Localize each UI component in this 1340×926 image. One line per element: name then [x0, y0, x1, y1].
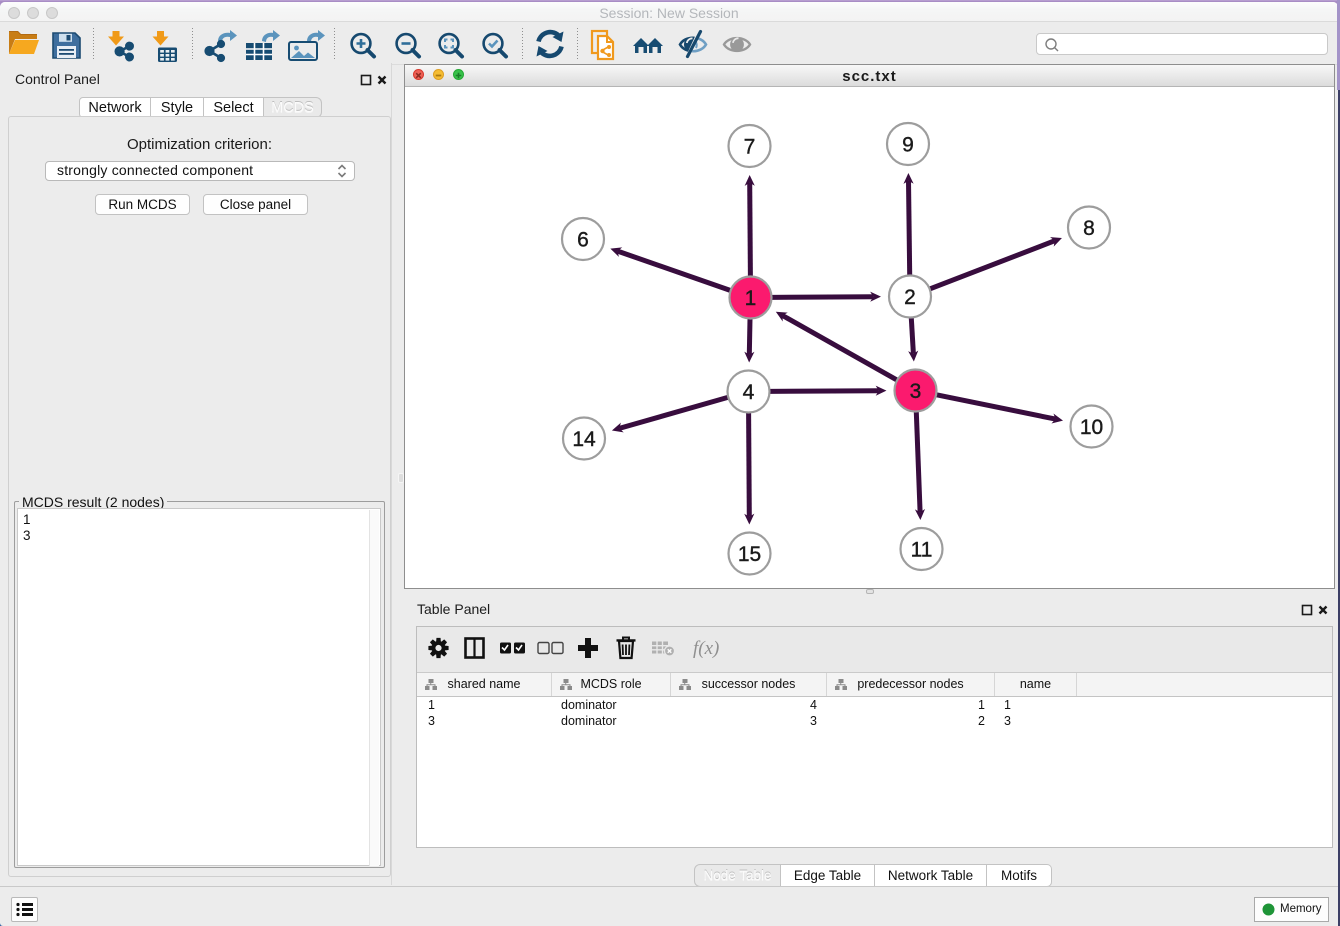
svg-text:15: 15	[738, 543, 761, 566]
svg-text:4: 4	[743, 381, 755, 404]
svg-text:9: 9	[902, 134, 914, 157]
svg-text:6: 6	[577, 229, 589, 252]
svg-text:7: 7	[744, 136, 756, 159]
svg-text:2: 2	[904, 286, 916, 309]
svg-text:8: 8	[1083, 217, 1095, 240]
svg-text:11: 11	[911, 539, 933, 562]
svg-text:1: 1	[745, 287, 757, 310]
svg-text:14: 14	[572, 428, 596, 451]
svg-text:f(x): f(x)	[693, 638, 719, 659]
svg-text:3: 3	[910, 380, 922, 403]
svg-text:10: 10	[1080, 416, 1103, 439]
